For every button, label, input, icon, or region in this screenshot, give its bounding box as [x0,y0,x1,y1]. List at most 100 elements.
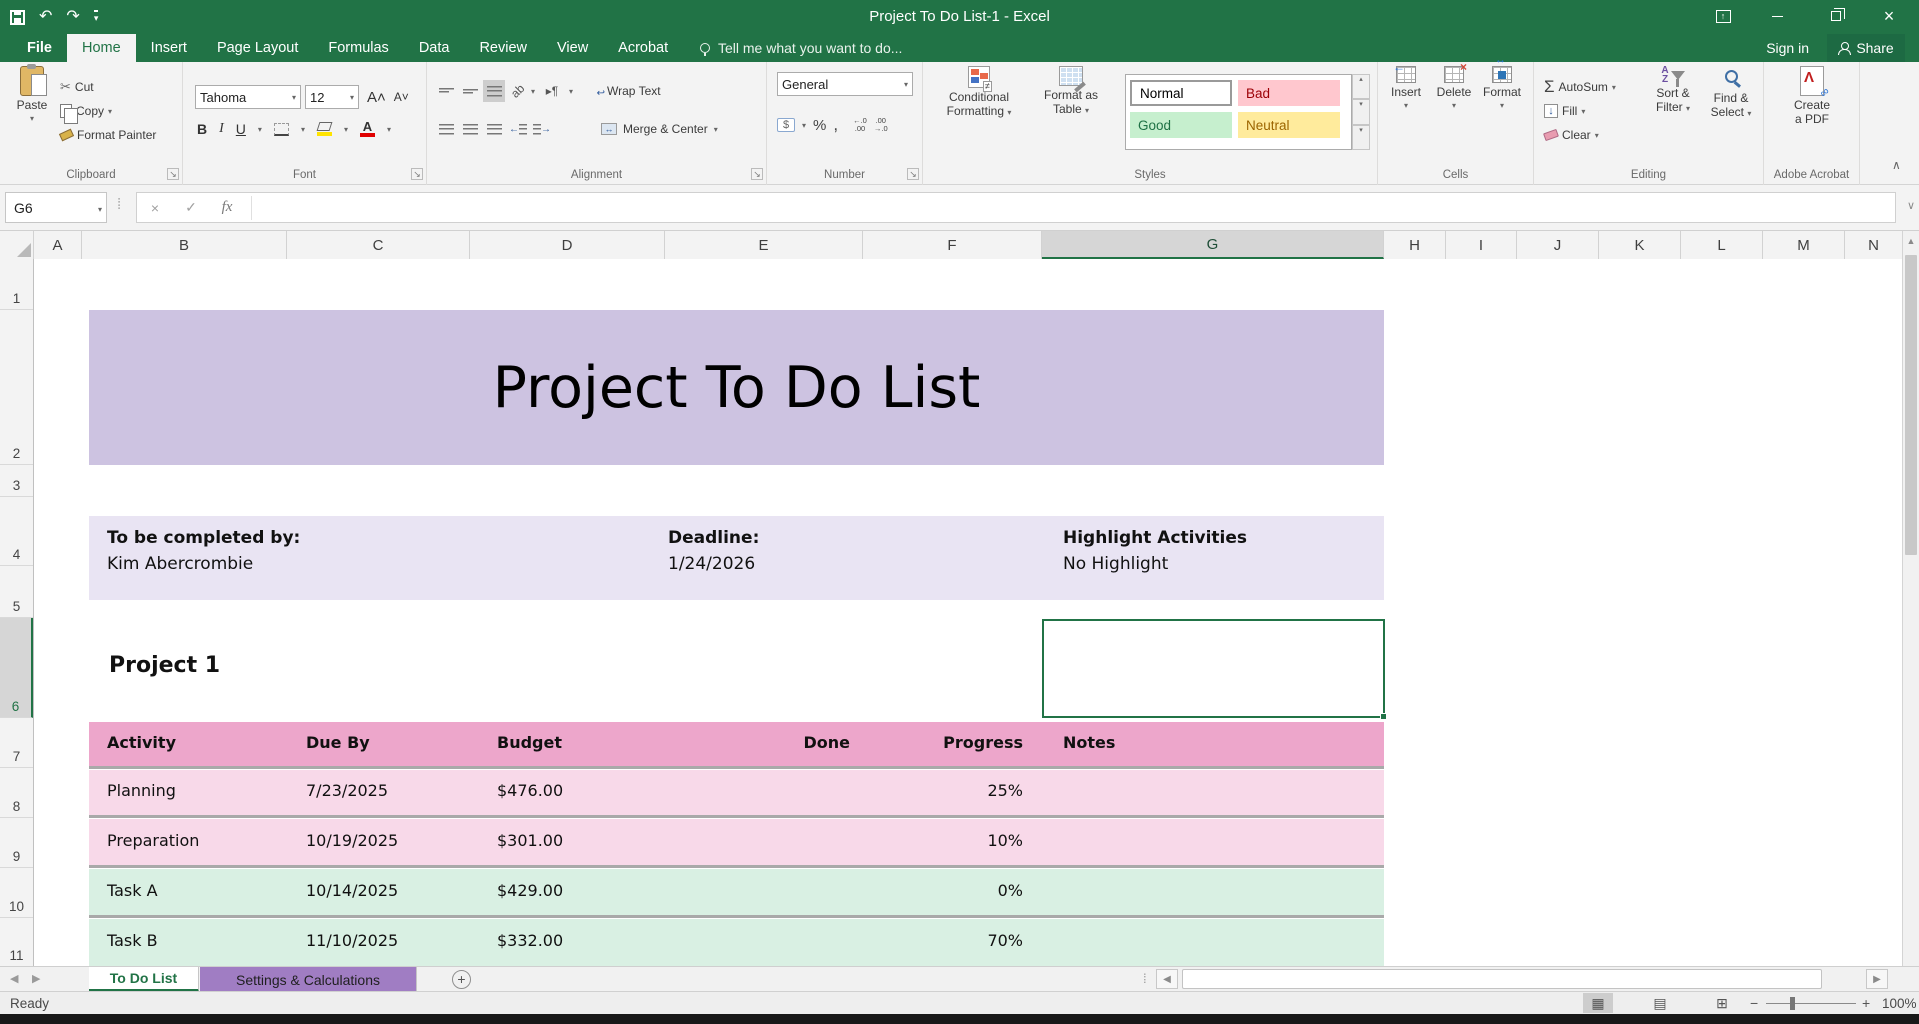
header-progress[interactable]: Progress [943,733,1023,752]
cell-activity[interactable]: Preparation [107,831,199,850]
font-color-button[interactable]: A [360,121,375,137]
format-as-table-button[interactable]: Format asTable ▾ [1027,66,1115,118]
accounting-format-icon[interactable]: $ [777,118,795,132]
cell-progress[interactable]: 0% [998,881,1023,900]
column-header-f[interactable]: F [863,231,1042,259]
paste-dropdown-icon[interactable]: ▾ [30,114,34,123]
row-header-11[interactable]: 11 [0,918,33,966]
column-header-d[interactable]: D [470,231,665,259]
sheet-tab-settings-calculations[interactable]: Settings & Calculations [200,967,417,992]
restore-button[interactable] [1813,0,1859,32]
tab-file[interactable]: File [12,34,67,62]
row-header-7[interactable]: 7 [0,718,33,768]
row-header-6[interactable]: 6 [0,618,33,718]
expand-formula-bar-icon[interactable]: ∨ [1907,199,1915,212]
paste-button[interactable]: Paste ▾ [8,66,56,123]
cell-progress[interactable]: 10% [987,831,1023,850]
align-left-icon[interactable] [435,118,457,140]
row-header-1[interactable]: 1 [0,259,33,310]
decrease-indent-icon[interactable]: ← [507,118,529,140]
minimize-button[interactable] [1754,0,1800,32]
add-sheet-icon[interactable]: + [452,970,471,989]
info-band[interactable]: To be completed by: Kim Abercrombie Dead… [89,516,1384,600]
style-good[interactable]: Good [1130,112,1232,138]
completed-by-value[interactable]: Kim Abercrombie [107,554,253,574]
font-dialog-launcher-icon[interactable]: ↘ [411,168,423,180]
deadline-value[interactable]: 1/24/2026 [668,554,755,574]
grow-font-icon[interactable]: A˄ [367,89,386,106]
align-middle-icon[interactable] [459,80,481,102]
copy-button[interactable]: Copy ▾ [60,100,112,122]
zoom-level[interactable]: 100% [1882,996,1917,1011]
wrap-text-button[interactable]: ↩ Wrap Text [601,80,661,102]
font-size-combo[interactable]: 12▾ [305,85,359,109]
header-activity[interactable]: Activity [107,733,176,752]
align-right-icon[interactable] [483,118,505,140]
header-budget[interactable]: Budget [497,733,562,752]
share-button[interactable]: Share [1827,34,1905,62]
name-box[interactable]: G6 ▾ [5,192,107,223]
style-normal[interactable]: Normal [1130,80,1232,106]
cell-activity[interactable]: Task A [107,881,158,900]
sheet-nav-next-icon[interactable]: ▶ [32,972,40,985]
percent-style-icon[interactable]: % [813,117,826,134]
horizontal-scroll-thumb[interactable] [1182,969,1822,989]
borders-dropdown-icon[interactable]: ▾ [301,125,305,134]
sign-in-button[interactable]: Sign in [1766,34,1809,62]
merge-center-button[interactable]: ↔ Merge & Center ▾ [601,118,718,140]
format-cells-button[interactable]: ↔ Format ▾ [1480,66,1524,110]
find-select-button[interactable]: Find &Select ▾ [1704,66,1758,121]
tab-acrobat[interactable]: Acrobat [603,34,683,62]
column-header-b[interactable]: B [82,231,287,259]
row-header-5[interactable]: 5 [0,566,33,618]
bold-button[interactable]: B [197,121,207,137]
enter-icon[interactable]: ✓ [173,199,209,216]
row-header-3[interactable]: 3 [0,465,33,497]
column-header-k[interactable]: K [1599,231,1681,259]
cell-budget[interactable]: $476.00 [497,781,563,800]
ribbon-display-options-icon[interactable]: ↑ [1700,0,1746,32]
clear-button[interactable]: Clear ▾ [1544,124,1599,146]
cell-due[interactable]: 10/14/2025 [306,881,398,900]
decrease-decimal-icon[interactable]: .00 →.0 [874,117,888,133]
cell-due[interactable]: 10/19/2025 [306,831,398,850]
cell-activity[interactable]: Planning [107,781,176,800]
conditional-formatting-button[interactable]: ConditionalFormatting ▾ [935,66,1023,120]
column-header-g[interactable]: G [1042,231,1384,259]
column-header-l[interactable]: L [1681,231,1763,259]
close-button[interactable]: × [1866,0,1912,32]
column-header-a[interactable]: A [34,231,82,259]
insert-cells-button[interactable]: ← Insert ▾ [1384,66,1428,110]
fill-handle[interactable] [1380,713,1387,720]
clipboard-dialog-launcher-icon[interactable]: ↘ [167,168,179,180]
align-center-icon[interactable] [459,118,481,140]
zoom-out-icon[interactable]: − [1750,995,1758,1011]
insert-function-icon[interactable]: fx [209,199,245,216]
cut-button[interactable]: ✂ Cut [60,76,94,98]
scroll-up-icon[interactable]: ▲ [1903,231,1919,251]
tab-formulas[interactable]: Formulas [313,34,403,62]
row-header-2[interactable]: 2 [0,310,33,465]
tab-data[interactable]: Data [404,34,465,62]
delete-cells-button[interactable]: × Delete ▾ [1432,66,1476,110]
styles-more-icon[interactable]: ▾ [1352,125,1370,150]
header-due-by[interactable]: Due By [306,733,370,752]
column-header-c[interactable]: C [287,231,470,259]
column-header-m[interactable]: M [1763,231,1845,259]
tab-home[interactable]: Home [67,34,136,62]
header-done[interactable]: Done [803,733,850,752]
alignment-dialog-launcher-icon[interactable]: ↘ [751,168,763,180]
row-header-9[interactable]: 9 [0,818,33,868]
name-box-dropdown-icon[interactable]: ▾ [98,205,102,214]
shrink-font-icon[interactable]: A˅ [394,90,409,104]
tab-review[interactable]: Review [464,34,542,62]
cell-due[interactable]: 11/10/2025 [306,931,398,950]
vertical-scroll-thumb[interactable] [1905,255,1917,555]
autosum-button[interactable]: Σ AutoSum ▾ [1544,76,1616,98]
italic-button[interactable]: I [219,121,224,137]
cell-budget[interactable]: $429.00 [497,881,563,900]
align-top-icon[interactable] [435,80,457,102]
view-normal-icon[interactable]: ▦ [1583,993,1613,1013]
orientation-icon[interactable]: ab [507,80,529,102]
selected-cell-g6[interactable] [1042,619,1385,718]
